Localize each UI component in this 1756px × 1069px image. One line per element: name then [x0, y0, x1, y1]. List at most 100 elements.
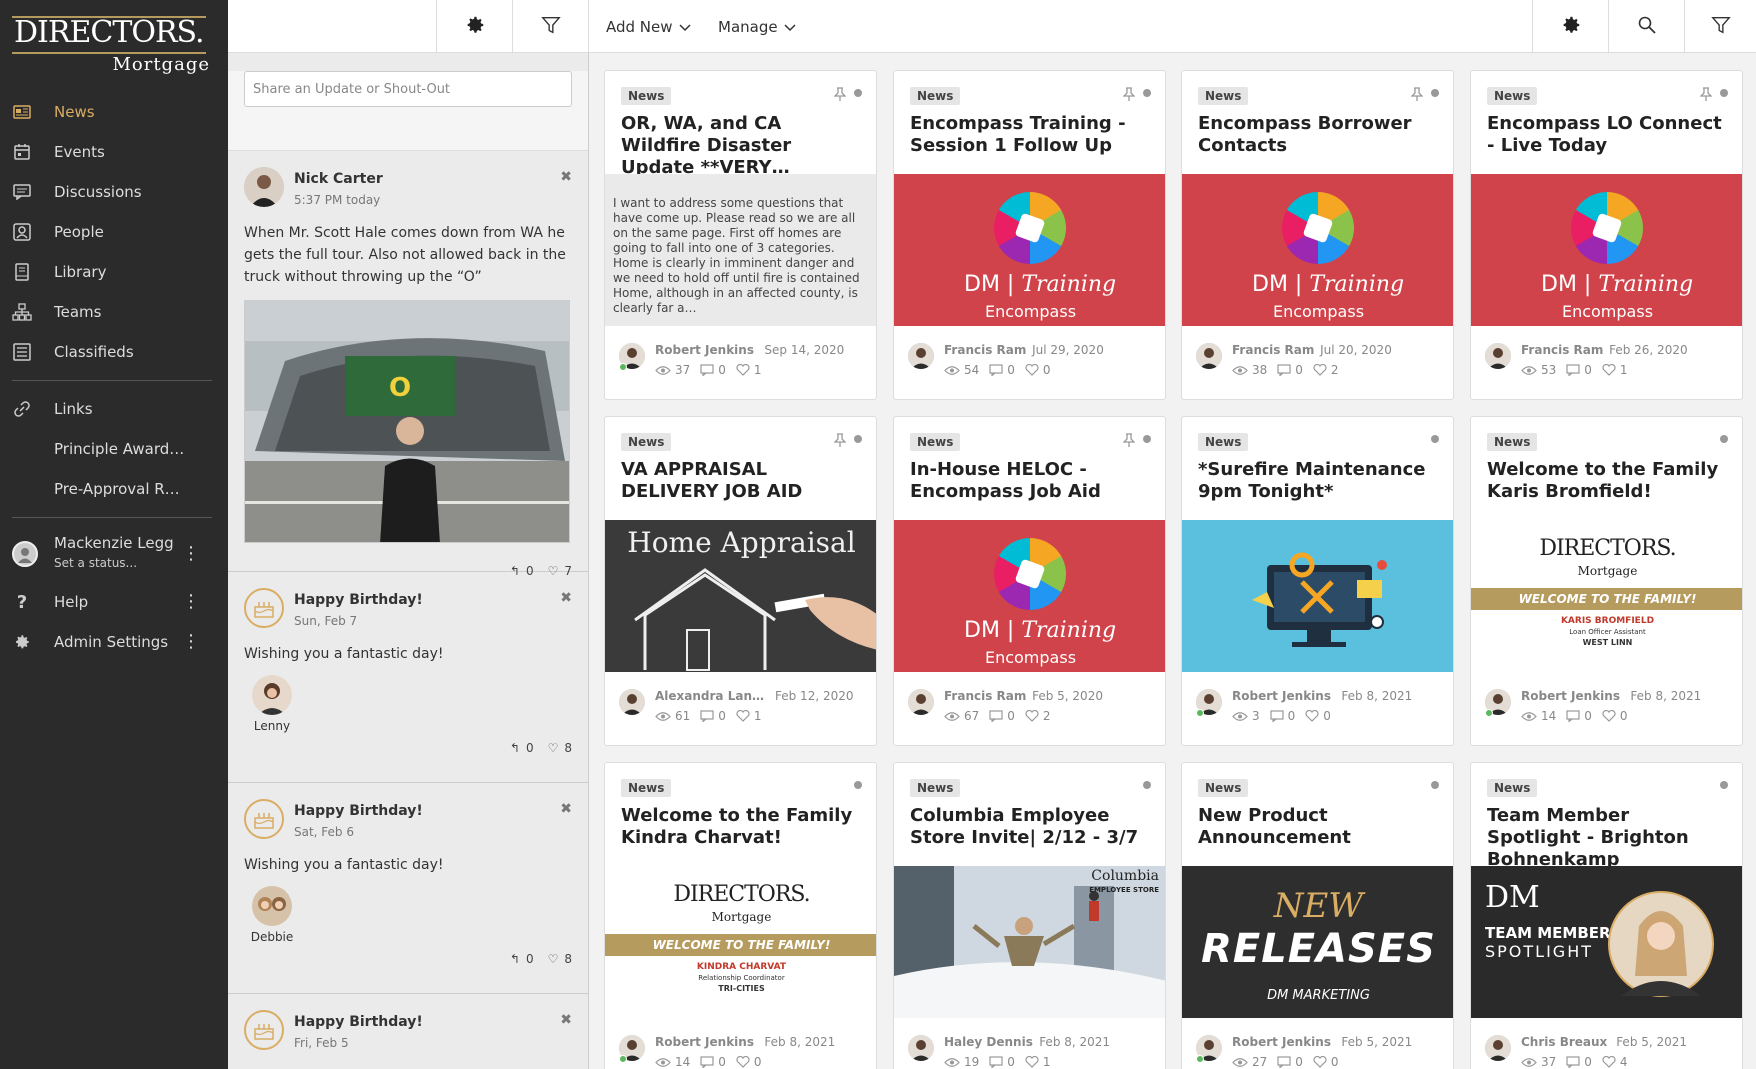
avatar[interactable] — [908, 1035, 934, 1061]
card-image[interactable] — [1182, 520, 1453, 672]
sidebar-item-teams[interactable]: Teams — [0, 292, 228, 332]
card-image[interactable]: DM | Training Encompass — [894, 520, 1165, 672]
close-icon[interactable]: ✖ — [560, 169, 572, 185]
more-vertical-icon[interactable]: ⋮ — [182, 593, 200, 611]
likes-stat[interactable]: 1 — [1602, 363, 1628, 377]
card-title[interactable]: New Product Announcement — [1198, 805, 1439, 849]
card-author[interactable]: Francis Ram — [944, 689, 1026, 703]
category-badge[interactable]: News — [910, 779, 961, 797]
card-title[interactable]: Team Member Spotlight - Brighton Bohnenk… — [1487, 805, 1728, 871]
card-image[interactable]: DIRECTORS. Mortgage WELCOME TO THE FAMIL… — [605, 866, 876, 1018]
close-icon[interactable]: ✖ — [560, 801, 572, 817]
sidebar-link-pre-approval[interactable]: Pre-Approval R… — [0, 469, 228, 509]
logo[interactable]: DIRECTORS. Mortgage — [0, 0, 228, 92]
avatar[interactable] — [244, 167, 284, 207]
card-author[interactable]: Robert Jenkins — [655, 343, 754, 357]
sidebar-item-news[interactable]: News — [0, 92, 228, 132]
category-badge[interactable]: News — [1198, 87, 1249, 105]
card-author[interactable]: Francis Ram — [1232, 343, 1314, 357]
card-author[interactable]: Francis Ram — [1521, 343, 1603, 357]
card-author[interactable]: Francis Ram — [944, 343, 1026, 357]
card-title[interactable]: Welcome to the Family Kindra Charvat! — [621, 805, 862, 849]
avatar[interactable] — [908, 689, 934, 715]
avatar[interactable] — [1196, 343, 1222, 369]
likes-stat[interactable]: 0 — [736, 1055, 762, 1069]
likes-stat[interactable]: 4 — [1602, 1055, 1628, 1069]
category-badge[interactable]: News — [1487, 87, 1538, 105]
reply-icon[interactable]: ↰ — [510, 741, 520, 755]
likes-stat[interactable]: 0 — [1025, 363, 1051, 377]
likes-stat[interactable]: 2 — [1313, 363, 1339, 377]
sidebar-link-principle-award[interactable]: Principle Award… — [0, 429, 228, 469]
news-card[interactable]: News Welcome to the Family Karis Bromfie… — [1470, 416, 1743, 746]
card-author[interactable]: Haley Dennis — [944, 1035, 1033, 1049]
reply-icon[interactable]: ↰ — [510, 952, 520, 966]
content-filter-button[interactable] — [1684, 0, 1756, 53]
card-image[interactable]: DIRECTORS. Mortgage WELCOME TO THE FAMIL… — [1471, 520, 1742, 672]
news-card[interactable]: News In-House HELOC - Encompass Job Aid … — [893, 416, 1166, 746]
comments-stat[interactable]: 0 — [1566, 1055, 1592, 1069]
pin-icon[interactable] — [1122, 87, 1136, 105]
card-author[interactable]: Robert Jenkins — [1521, 689, 1620, 703]
likes-stat[interactable]: 0 — [1305, 709, 1331, 723]
pin-icon[interactable] — [833, 433, 847, 451]
likes-stat[interactable]: 1 — [736, 709, 762, 723]
news-card[interactable]: News New Product Announcement NEW RELEAS… — [1181, 762, 1454, 1069]
card-title[interactable]: Encompass LO Connect - Live Today — [1487, 113, 1728, 157]
comments-stat[interactable]: 0 — [700, 1055, 726, 1069]
pin-icon[interactable] — [1699, 87, 1713, 105]
close-icon[interactable]: ✖ — [560, 1012, 572, 1028]
card-author[interactable]: Robert Jenkins — [1232, 689, 1331, 703]
likes-stat[interactable]: 1 — [1025, 1055, 1051, 1069]
birthday-person[interactable]: Debbie — [244, 886, 300, 944]
card-title[interactable]: Welcome to the Family Karis Bromfield! — [1487, 459, 1728, 503]
category-badge[interactable]: News — [910, 87, 961, 105]
post-author[interactable]: Nick Carter — [294, 171, 383, 187]
news-card[interactable]: News Encompass LO Connect - Live Today D… — [1470, 70, 1743, 400]
manage-menu[interactable]: Manage — [718, 0, 796, 53]
card-image[interactable]: Home Appraisal — [605, 520, 876, 672]
sidebar-item-help[interactable]: ? Help ⋮ — [0, 582, 228, 622]
sidebar-item-discussions[interactable]: Discussions — [0, 172, 228, 212]
card-title[interactable]: Columbia Employee Store Invite| 2/12 - 3… — [910, 805, 1151, 849]
category-badge[interactable]: News — [1487, 433, 1538, 451]
feed-settings-button[interactable] — [436, 0, 512, 53]
sidebar-item-classifieds[interactable]: Classifieds — [0, 332, 228, 372]
card-image[interactable]: DM TEAM MEMBER SPOTLIGHT — [1471, 866, 1742, 1018]
card-image[interactable]: DM | Training Encompass — [1471, 174, 1742, 326]
sidebar-item-events[interactable]: Events — [0, 132, 228, 172]
likes-stat[interactable]: 0 — [1602, 709, 1628, 723]
card-title[interactable]: VA APPRAISAL DELIVERY JOB AID — [621, 459, 862, 503]
add-new-menu[interactable]: Add New — [606, 0, 691, 53]
sidebar-item-admin-settings[interactable]: Admin Settings ⋮ — [0, 622, 228, 662]
share-update-input[interactable]: Share an Update or Shout-Out — [244, 71, 572, 107]
news-card[interactable]: News OR, WA, and CA Wildfire Disaster Up… — [604, 70, 877, 400]
category-badge[interactable]: News — [1487, 779, 1538, 797]
card-image[interactable]: NEW RELEASES DM MARKETING — [1182, 866, 1453, 1018]
sidebar-item-library[interactable]: Library — [0, 252, 228, 292]
close-icon[interactable]: ✖ — [560, 590, 572, 606]
avatar[interactable] — [908, 343, 934, 369]
comments-stat[interactable]: 0 — [1277, 1055, 1303, 1069]
comments-stat[interactable]: 0 — [1277, 363, 1303, 377]
news-card[interactable]: News Encompass Training - Session 1 Foll… — [893, 70, 1166, 400]
card-title[interactable]: OR, WA, and CA Wildfire Disaster Update … — [621, 113, 862, 179]
avatar[interactable] — [619, 689, 645, 715]
news-card[interactable]: News VA APPRAISAL DELIVERY JOB AID Home … — [604, 416, 877, 746]
comments-stat[interactable]: 0 — [700, 709, 726, 723]
pin-icon[interactable] — [833, 87, 847, 105]
card-title[interactable]: Encompass Borrower Contacts — [1198, 113, 1439, 157]
user-profile-item[interactable]: Mackenzie Legg Set a status... ⋮ — [0, 526, 228, 582]
category-badge[interactable]: News — [1198, 779, 1249, 797]
news-card[interactable]: News Team Member Spotlight - Brighton Bo… — [1470, 762, 1743, 1069]
heart-icon[interactable]: ♡ — [548, 741, 559, 755]
user-status[interactable]: Set a status... — [54, 556, 137, 570]
category-badge[interactable]: News — [1198, 433, 1249, 451]
sidebar-item-people[interactable]: People — [0, 212, 228, 252]
birthday-person[interactable]: Lenny — [244, 675, 300, 733]
category-badge[interactable]: News — [621, 779, 672, 797]
card-author[interactable]: Alexandra Lande… — [655, 689, 765, 703]
comments-stat[interactable]: 0 — [1270, 709, 1295, 723]
card-title[interactable]: In-House HELOC - Encompass Job Aid — [910, 459, 1151, 503]
sidebar-item-links[interactable]: Links — [0, 389, 228, 429]
